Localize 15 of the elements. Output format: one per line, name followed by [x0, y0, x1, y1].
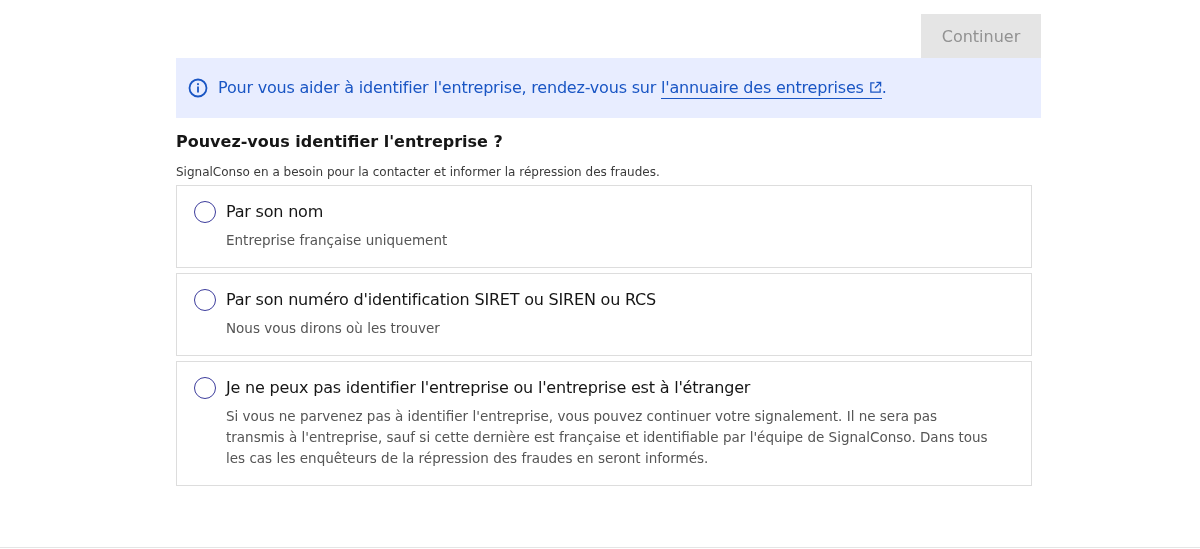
- directory-link[interactable]: l'annuaire des entreprises: [661, 77, 882, 99]
- question-title: Pouvez-vous identifier l'entreprise ?: [176, 132, 504, 151]
- question-hint: SignalConso en a besoin pour la contacter et informer la répression des fraudes.: [176, 165, 661, 179]
- info-text: Pour vous aider à identifier l'entreprise, rendez-vous sur l'annuaire des entreprises .: [218, 77, 887, 99]
- option-label: Par son numéro d'identification SIRET ou SIREN ou RCS: [226, 290, 657, 309]
- external-link-icon: [868, 80, 882, 94]
- option-card[interactable]: Par son nom Entreprise française uniquement: [176, 185, 1032, 268]
- option-label: Par son nom: [226, 202, 325, 221]
- option-card[interactable]: [176, 361, 1032, 486]
- option-card[interactable]: Par son numéro d'identification SIRET ou SIREN ou RCS Nous vous dirons où les trouver: [176, 273, 1032, 356]
- option-description: Nous vous dirons où les trouver: [226, 319, 441, 338]
- option-label: Je ne peux pas identifier l'entreprise ou l'entreprise est à l'étranger: [226, 378, 752, 397]
- option-description: Entreprise française uniquement: [226, 231, 448, 250]
- option-description: Si vous ne parvenez pas à identifier l'entreprise, vous pouvez continuer votre signalement. Il ne sera pas transmis à l'entreprise, sauf si cette dernière est française et identifiable par l'équipe de SignalConso. Dans tous les cas les enquêteurs de la répression des fraudes en seront informés.: [226, 407, 989, 468]
- info-icon: [188, 78, 208, 98]
